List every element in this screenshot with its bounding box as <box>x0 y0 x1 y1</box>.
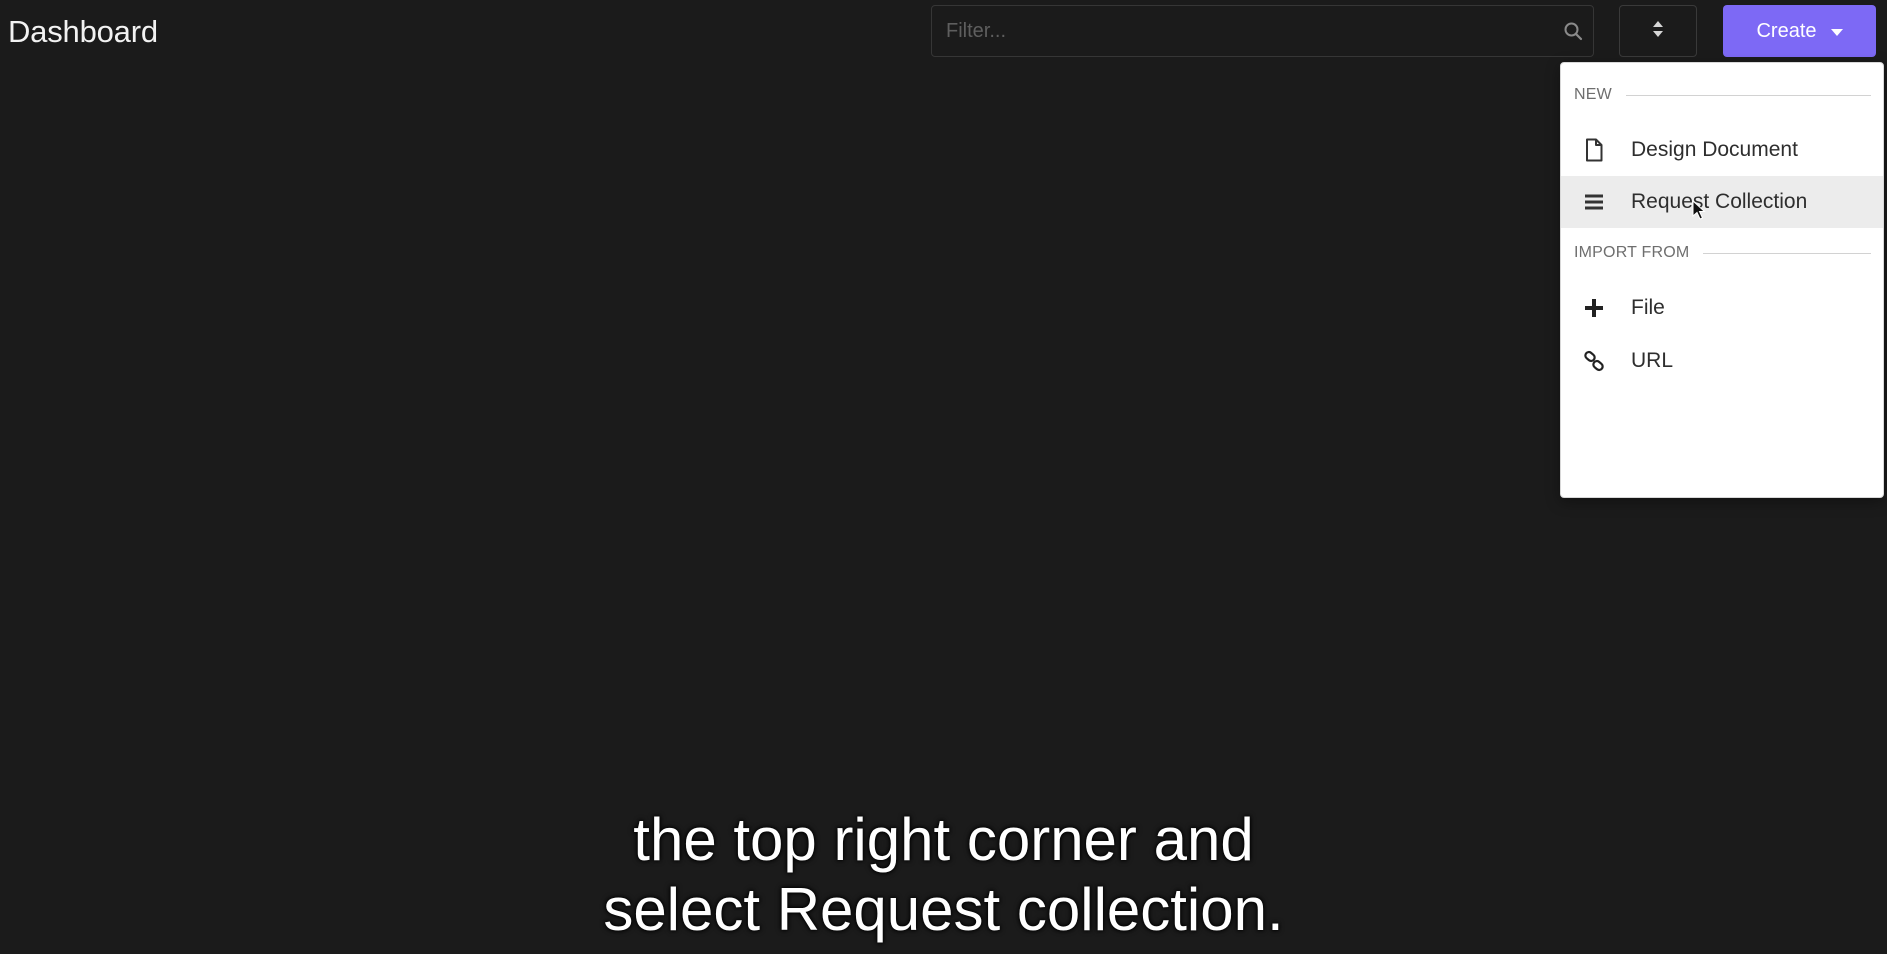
section-header-import-from: IMPORT FROM <box>1574 244 1871 262</box>
section-header-label: IMPORT FROM <box>1574 244 1690 261</box>
section-divider <box>1625 94 1871 96</box>
filter-box[interactable] <box>931 5 1594 57</box>
mouse-cursor-icon <box>1692 199 1706 225</box>
sort-icon <box>1651 19 1665 44</box>
sort-button[interactable] <box>1619 5 1697 57</box>
section-header-label: NEW <box>1574 86 1612 103</box>
menu-item-request-collection[interactable]: Request Collection <box>1561 176 1883 228</box>
video-subtitle: the top right corner and select Request … <box>0 805 1887 945</box>
menu-item-design-document[interactable]: Design Document <box>1561 124 1883 176</box>
section-header-new: NEW <box>1574 86 1871 104</box>
menu-item-label: File <box>1631 296 1665 319</box>
page-title: Dashboard <box>8 14 158 49</box>
menu-item-label: URL <box>1631 349 1674 372</box>
document-icon <box>1573 138 1615 162</box>
section-divider <box>1703 252 1871 254</box>
chevron-down-icon <box>1830 28 1843 36</box>
create-dropdown-menu: NEW Design Document Request Collection I… <box>1560 62 1884 498</box>
create-button[interactable]: Create <box>1723 5 1876 57</box>
menu-item-url[interactable]: URL <box>1561 335 1883 387</box>
menu-lines-icon <box>1573 193 1615 211</box>
subtitle-line: select Request collection. <box>603 876 1284 943</box>
menu-item-file[interactable]: File <box>1561 282 1883 334</box>
search-icon[interactable] <box>1553 6 1593 56</box>
subtitle-line: the top right corner and <box>633 806 1254 873</box>
link-icon <box>1573 350 1615 372</box>
create-button-label: Create <box>1756 19 1817 42</box>
filter-input[interactable] <box>932 6 1553 56</box>
menu-item-label: Request Collection <box>1631 190 1808 213</box>
plus-icon <box>1573 298 1615 318</box>
menu-item-label: Design Document <box>1631 138 1798 161</box>
